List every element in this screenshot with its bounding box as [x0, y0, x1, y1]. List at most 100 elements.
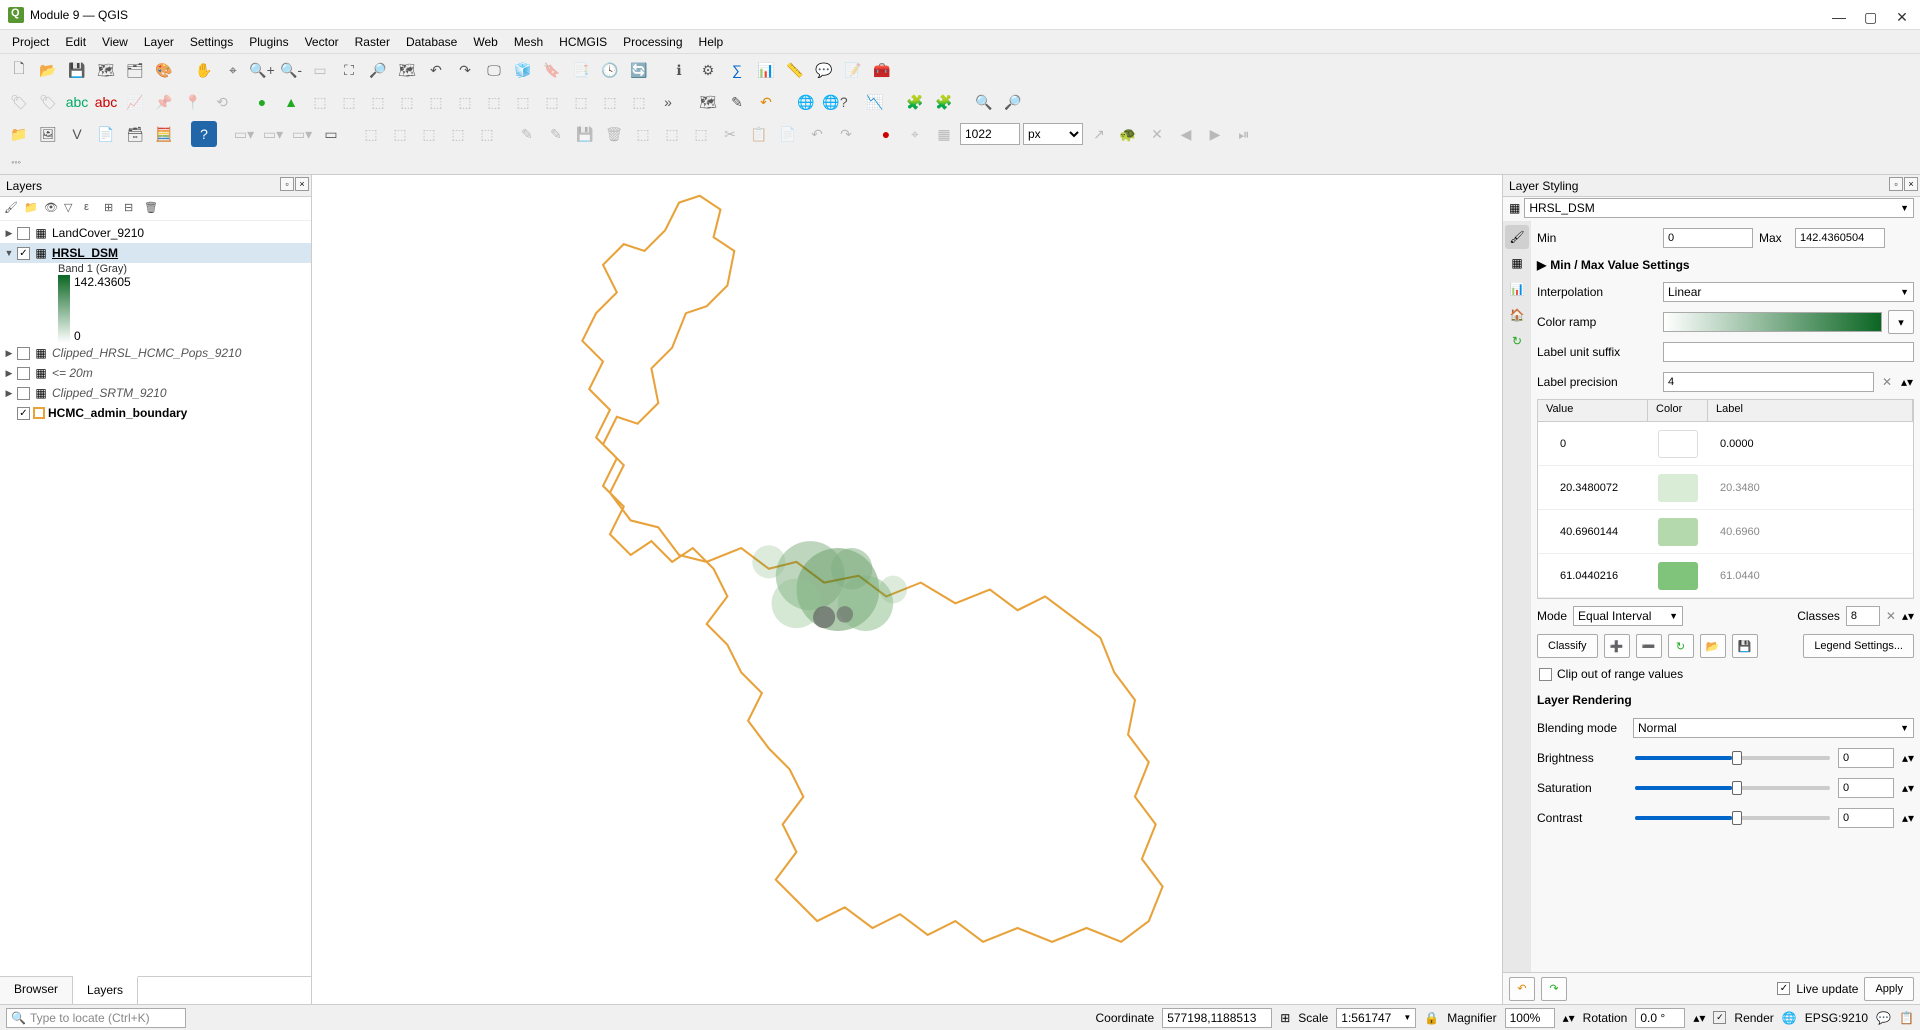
- magnifier-field[interactable]: 100%: [1505, 1008, 1555, 1028]
- m3-icon[interactable]: ⬚: [365, 89, 391, 115]
- zoom-full-icon[interactable]: ⛶: [336, 57, 362, 83]
- new-project-icon[interactable]: 🗋: [6, 57, 32, 83]
- pin-label-icon[interactable]: 📌: [151, 89, 177, 115]
- zoom-in-icon[interactable]: 🔍+: [249, 57, 275, 83]
- color-swatch[interactable]: [1658, 474, 1698, 502]
- history-tab-icon[interactable]: ↻: [1505, 329, 1529, 353]
- rotate-label-icon[interactable]: ⟲: [209, 89, 235, 115]
- layout-manager-icon[interactable]: 🗂: [122, 57, 148, 83]
- contrast-slider[interactable]: [1635, 816, 1830, 820]
- globe-icon[interactable]: 🌐: [793, 89, 819, 115]
- suffix-input[interactable]: [1663, 342, 1914, 362]
- plugin1-icon[interactable]: 🧩: [902, 89, 928, 115]
- style-redo-button[interactable]: ↷: [1541, 977, 1567, 1001]
- e5-icon[interactable]: ⬚: [474, 121, 500, 147]
- panel-float-button[interactable]: ▫: [1889, 177, 1903, 191]
- add-delimited-icon[interactable]: 📄: [93, 121, 119, 147]
- m12-icon[interactable]: ⬚: [626, 89, 652, 115]
- maptips-icon[interactable]: 💬: [811, 57, 837, 83]
- value-row[interactable]: 0 0.0000: [1538, 422, 1913, 466]
- zoom-selection-icon[interactable]: 🔎: [365, 57, 391, 83]
- expand-icon[interactable]: ▼: [4, 248, 14, 258]
- color-swatch[interactable]: [1658, 518, 1698, 546]
- d2-icon[interactable]: ✎: [543, 121, 569, 147]
- clear-icon[interactable]: ✕: [1886, 609, 1896, 623]
- locator-input[interactable]: 🔍 Type to locate (Ctrl+K): [6, 1008, 186, 1028]
- t1-icon[interactable]: ↗: [1086, 121, 1112, 147]
- panel-close-button[interactable]: ×: [1904, 177, 1918, 191]
- clear-icon[interactable]: ✕: [1880, 375, 1894, 389]
- new-3d-view-icon[interactable]: 🧊: [510, 57, 536, 83]
- menu-project[interactable]: Project: [4, 32, 57, 52]
- d1-icon[interactable]: ✎: [514, 121, 540, 147]
- georef-edit-icon[interactable]: ✎: [724, 89, 750, 115]
- coordinate-field[interactable]: 577198,1188513: [1162, 1008, 1272, 1028]
- tab-browser[interactable]: Browser: [0, 977, 73, 1004]
- layer-row-clipped-hrsl[interactable]: ▶ ▦ Clipped_HRSL_HCMC_Pops_9210: [0, 343, 311, 363]
- mesh-triangle-icon[interactable]: ▲: [278, 89, 304, 115]
- panel-float-button[interactable]: ▫: [280, 177, 294, 191]
- precision-input[interactable]: [1663, 372, 1874, 392]
- layer-checkbox[interactable]: [17, 227, 30, 240]
- menu-plugins[interactable]: Plugins: [241, 32, 296, 52]
- help-toolbar-icon[interactable]: ?: [191, 121, 217, 147]
- add-class-button[interactable]: ➕: [1604, 634, 1630, 658]
- max-input[interactable]: [1795, 228, 1885, 248]
- select-invert-icon[interactable]: ▭: [318, 121, 344, 147]
- layer-row-20m[interactable]: ▶ ▦ <= 20m: [0, 363, 311, 383]
- render-checkbox[interactable]: ✓: [1713, 1011, 1726, 1024]
- classify-button[interactable]: Classify: [1537, 634, 1598, 658]
- search-clear-icon[interactable]: 🔎: [1000, 89, 1026, 115]
- expression-filter-icon[interactable]: ε: [84, 201, 100, 217]
- rotation-field[interactable]: 0.0 °: [1635, 1008, 1685, 1028]
- expand-all-icon[interactable]: ⊞: [104, 201, 120, 217]
- classes-input[interactable]: [1846, 606, 1880, 626]
- t6-icon[interactable]: ⏯: [1231, 121, 1257, 147]
- globe-query-icon[interactable]: 🌐?: [822, 89, 848, 115]
- minmax-section-header[interactable]: ▶ Min / Max Value Settings: [1537, 255, 1914, 275]
- d10-icon[interactable]: 📄: [775, 121, 801, 147]
- temporal-icon[interactable]: 🕓: [597, 57, 623, 83]
- d7-icon[interactable]: ⬚: [688, 121, 714, 147]
- transparency-tab-icon[interactable]: ▦: [1505, 251, 1529, 275]
- style-layer-icon[interactable]: 🖌: [4, 201, 20, 217]
- spinner-icon[interactable]: ▴▾: [1902, 781, 1914, 795]
- abc-label-red-icon[interactable]: abc: [93, 89, 119, 115]
- brightness-value[interactable]: [1838, 748, 1894, 768]
- t5-icon[interactable]: ▶: [1202, 121, 1228, 147]
- col-color[interactable]: Color: [1648, 400, 1708, 421]
- layer-checkbox[interactable]: [17, 387, 30, 400]
- coord-value-input[interactable]: [960, 123, 1020, 145]
- menu-layer[interactable]: Layer: [136, 32, 182, 52]
- add-vector-icon[interactable]: 📁: [6, 121, 32, 147]
- render-label[interactable]: Render: [1734, 1011, 1773, 1025]
- color-swatch[interactable]: [1658, 562, 1698, 590]
- histogram-tab-icon[interactable]: 📊: [1505, 277, 1529, 301]
- clip-checkbox[interactable]: [1539, 668, 1552, 681]
- remove-layer-icon[interactable]: 🗑: [144, 201, 160, 217]
- load-color-map-button[interactable]: 📂: [1700, 634, 1726, 658]
- d11-icon[interactable]: ↶: [804, 121, 830, 147]
- t2-icon[interactable]: 🐢: [1115, 121, 1141, 147]
- calculator-icon[interactable]: ∑: [724, 57, 750, 83]
- action-icon[interactable]: ⚙: [695, 57, 721, 83]
- zoom-next-icon[interactable]: ↷: [452, 57, 478, 83]
- menu-mesh[interactable]: Mesh: [506, 32, 551, 52]
- statistics-icon[interactable]: 📊: [753, 57, 779, 83]
- legend-settings-button[interactable]: Legend Settings...: [1803, 634, 1914, 658]
- interpolation-select[interactable]: Linear▼: [1663, 282, 1914, 302]
- diagram-icon[interactable]: 📈: [122, 89, 148, 115]
- e1-icon[interactable]: ⬚: [358, 121, 384, 147]
- georef-icon[interactable]: 🗺: [695, 89, 721, 115]
- saturation-slider[interactable]: [1635, 786, 1830, 790]
- apply-button[interactable]: Apply: [1864, 977, 1914, 1001]
- lock-icon[interactable]: 🔒: [1424, 1011, 1439, 1025]
- d9-icon[interactable]: 📋: [746, 121, 772, 147]
- menu-database[interactable]: Database: [398, 32, 465, 52]
- m8-icon[interactable]: ⬚: [510, 89, 536, 115]
- annotation-icon[interactable]: 📝: [840, 57, 866, 83]
- menu-hcmgis[interactable]: HCMGIS: [551, 32, 615, 52]
- expand-icon[interactable]: ▶: [4, 388, 14, 399]
- mesh-point-icon[interactable]: ●: [249, 89, 275, 115]
- t3-icon[interactable]: ✕: [1144, 121, 1170, 147]
